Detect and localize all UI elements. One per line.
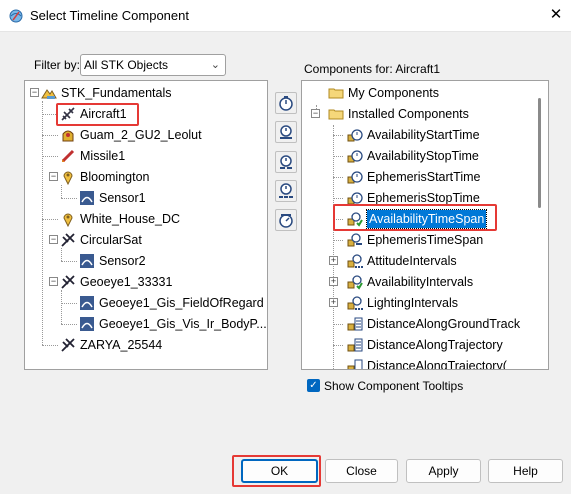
satellite-icon — [61, 338, 75, 352]
title-bar: Select Timeline Component ✕ — [0, 0, 571, 32]
calc-scalar-icon — [347, 359, 363, 369]
missile-icon — [61, 149, 75, 163]
tree-line — [42, 156, 58, 157]
sensor-icon — [80, 296, 94, 310]
close-window-icon[interactable]: ✕ — [548, 5, 564, 25]
tree-line — [333, 198, 343, 199]
satellite-icon — [61, 275, 75, 289]
help-button[interactable]: Help — [488, 459, 563, 483]
interval-list-icon — [347, 275, 363, 290]
clipped-row: DistanceAlongTrajectory( — [302, 357, 548, 369]
interval-list-icon — [347, 296, 363, 310]
folder-icon — [328, 88, 344, 99]
collapse-toggle[interactable]: − — [49, 277, 58, 286]
sensor-icon — [80, 191, 94, 205]
interval-list-icon — [347, 254, 363, 268]
scrollbar-thumb[interactable] — [538, 98, 541, 208]
time-instant-icon — [347, 150, 363, 163]
tree-line — [333, 156, 343, 157]
interval-list-icon — [279, 183, 293, 198]
time-span-icon — [347, 233, 362, 247]
insert-span-button[interactable] — [275, 121, 297, 143]
tree-line — [61, 324, 77, 325]
collapse-toggle[interactable]: − — [30, 88, 39, 97]
calc-scalar-icon — [347, 338, 363, 352]
tree-line — [333, 135, 343, 136]
satellite-icon — [61, 233, 75, 247]
scenario-icon — [41, 89, 57, 99]
insert-instant-button[interactable] — [275, 92, 297, 114]
facility-icon — [62, 130, 74, 142]
filter-dropdown[interactable]: All STK Objects ⌄ — [80, 54, 226, 76]
timer-icon — [279, 96, 293, 111]
expand-toggle[interactable]: + — [329, 256, 338, 265]
highlight-box — [333, 204, 497, 231]
timer-span-icon — [280, 125, 292, 139]
sensor-icon — [80, 317, 94, 331]
highlight-box — [232, 455, 321, 487]
time-instant-icon — [347, 171, 363, 184]
apply-button[interactable]: Apply — [406, 459, 481, 483]
tree-line — [42, 345, 58, 346]
calc-scalar-icon — [347, 317, 363, 331]
filter-value: All STK Objects — [84, 58, 169, 72]
chevron-down-icon: ⌄ — [210, 59, 220, 71]
tree-line — [42, 101, 43, 345]
app-icon — [9, 9, 23, 23]
collapse-toggle[interactable]: − — [49, 235, 58, 244]
collapse-toggle[interactable]: − — [49, 172, 58, 181]
tree-line — [61, 185, 62, 198]
highlight-box — [56, 103, 139, 126]
show-tooltips-label: Show Component Tooltips — [324, 379, 464, 393]
insert-interval-list-button[interactable] — [275, 180, 297, 202]
tree-line — [333, 125, 334, 369]
tree-line — [42, 219, 58, 220]
place-icon — [63, 171, 73, 185]
insert-calc-button[interactable] — [275, 209, 297, 231]
tree-line — [42, 135, 58, 136]
window-title: Select Timeline Component — [30, 8, 189, 23]
folder-icon — [328, 109, 344, 120]
tree-line — [333, 345, 343, 346]
sensor-icon — [80, 254, 94, 268]
tree-line — [333, 324, 343, 325]
interval-icon — [280, 155, 292, 169]
components-for-label: Components for: Aircraft1 — [304, 62, 441, 76]
time-instant-icon — [347, 129, 363, 142]
tree-line — [333, 177, 343, 178]
timer-calc-icon — [279, 214, 293, 228]
show-tooltips-checkbox[interactable]: ✓ — [307, 379, 320, 392]
collapse-toggle[interactable]: − — [311, 109, 320, 118]
tree-line — [333, 240, 343, 241]
tree-line — [61, 261, 77, 262]
tree-line — [61, 248, 62, 261]
filter-label: Filter by: — [34, 58, 81, 72]
tree-line — [61, 303, 77, 304]
close-button[interactable]: Close — [325, 459, 398, 483]
expand-toggle[interactable]: + — [329, 277, 338, 286]
insert-interval-button[interactable] — [275, 151, 297, 173]
expand-toggle[interactable]: + — [329, 298, 338, 307]
tree-line — [61, 290, 62, 324]
place-icon — [63, 213, 73, 227]
tree-line — [61, 198, 77, 199]
